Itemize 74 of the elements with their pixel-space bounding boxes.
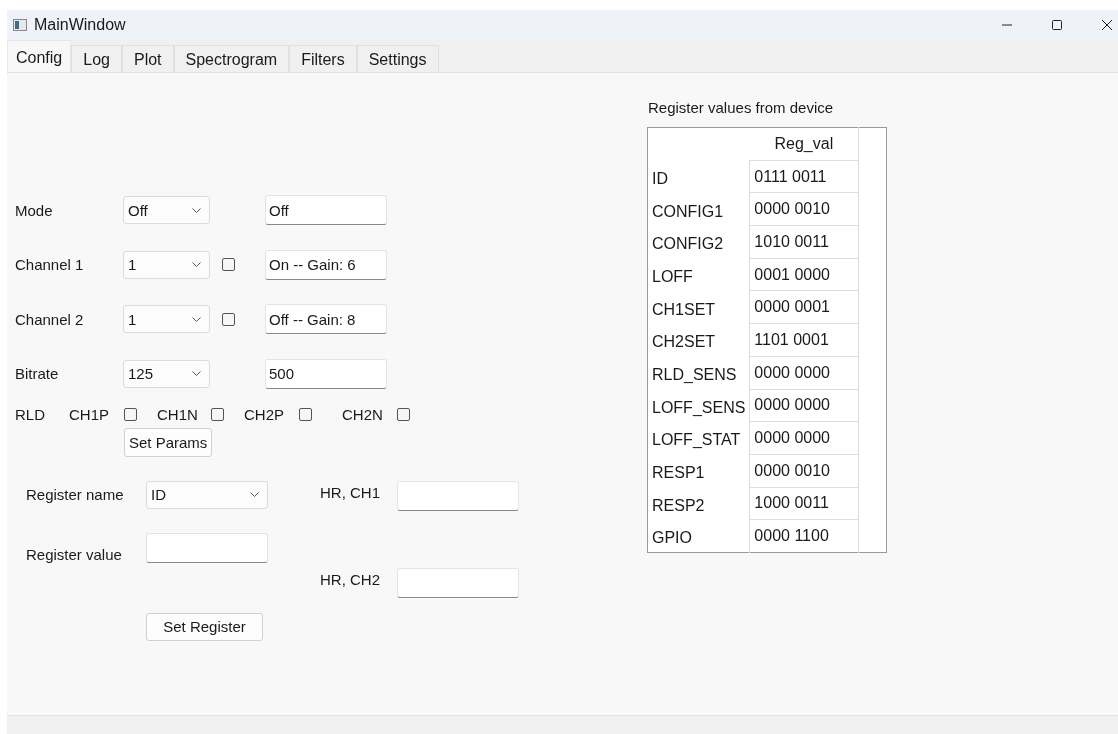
field-label: HR, CH2 [320,569,381,588]
dropdown[interactable]: Off [123,196,210,224]
table-cell: 0111 0011 [749,160,859,193]
checkbox[interactable] [124,407,137,421]
field-label: RLD [15,405,46,423]
table-cell: 0000 1100 [749,519,859,553]
table-cell: 1000 0011 [749,487,859,520]
checkbox-label: CH2N [342,405,384,423]
field-label: Channel 2 [15,310,85,328]
field-label: Mode [15,201,54,219]
table-cell: 0000 0000 [749,356,859,389]
window-icon [13,19,27,31]
table-cell: 0001 0000 [749,258,859,291]
table-cell: 1010 0011 [749,225,859,259]
caret-icon [192,262,201,267]
dropdown[interactable]: 1 [123,305,210,333]
checkbox-label: CH1P [69,405,110,423]
field-label: HR, CH1 [320,482,381,501]
table-cell: 0000 0010 [749,192,859,226]
close-icon[interactable] [1102,20,1112,30]
caret-icon [250,492,259,497]
checkbox[interactable] [222,312,235,326]
set-params-button[interactable]: Set Params [124,427,213,457]
dropdown[interactable]: 1 [123,250,210,279]
table-cell: 0000 0000 [749,389,859,422]
text-field[interactable] [146,532,268,563]
table-cell: 0000 0010 [749,454,859,488]
caret-icon [192,207,201,213]
table-cell: 0000 0000 [749,421,859,455]
field-label: Register name [26,486,125,503]
text-field[interactable] [397,567,519,598]
row-header[interactable]: LOFF_SENS [647,389,750,422]
tab[interactable]: Log [71,45,122,72]
tab[interactable]: Plot [121,45,174,72]
window-title: MainWindow [34,16,126,34]
table-cell: 1101 0001 [749,323,859,357]
row-header[interactable]: CH2SET [647,323,750,357]
field-label: Bitrate [15,365,60,382]
row-header[interactable]: CH1SET [647,290,750,324]
text-field[interactable]: Off -- Gain: 8 [265,304,387,334]
table-cell: 0000 0001 [749,290,859,324]
row-header[interactable]: CONFIG1 [647,192,750,226]
checkbox-label: CH1N [157,405,199,423]
checkbox[interactable] [397,407,410,421]
dropdown[interactable]: 125 [123,359,210,388]
text-field[interactable] [397,480,519,511]
row-header[interactable]: RLD_SENS [647,356,750,389]
row-header[interactable]: ID [647,160,750,193]
row-header[interactable]: RESP2 [647,487,750,520]
tab[interactable]: Spectrogram [173,45,290,72]
row-header[interactable]: LOFF_STAT [647,421,750,455]
table-title: Register values from device [648,99,835,116]
tab[interactable]: Settings [356,45,439,72]
text-field[interactable]: Off [265,195,387,225]
checkbox[interactable] [222,258,235,271]
dropdown[interactable]: ID [146,480,268,509]
checkbox[interactable] [299,407,312,421]
checkbox-label: CH2P [244,405,285,423]
caret-icon [192,371,201,376]
field-label: Channel 1 [15,256,85,273]
set-register-button[interactable]: Set Register [146,612,263,641]
caret-icon [192,316,201,322]
tab[interactable]: Filters [289,45,357,72]
row-header[interactable]: CONFIG2 [647,225,750,259]
column-header[interactable]: Reg_val [749,127,859,161]
text-field[interactable]: 500 [265,358,387,389]
checkbox[interactable] [211,407,224,421]
tab[interactable]: Config [7,40,72,72]
row-header[interactable]: GPIO [647,519,750,553]
text-field[interactable]: On -- Gain: 6 [265,249,387,280]
row-header[interactable]: LOFF [647,258,750,291]
maximize-icon[interactable] [1052,20,1062,30]
field-label: Register value [26,545,123,563]
row-header[interactable]: RESP1 [647,454,750,488]
